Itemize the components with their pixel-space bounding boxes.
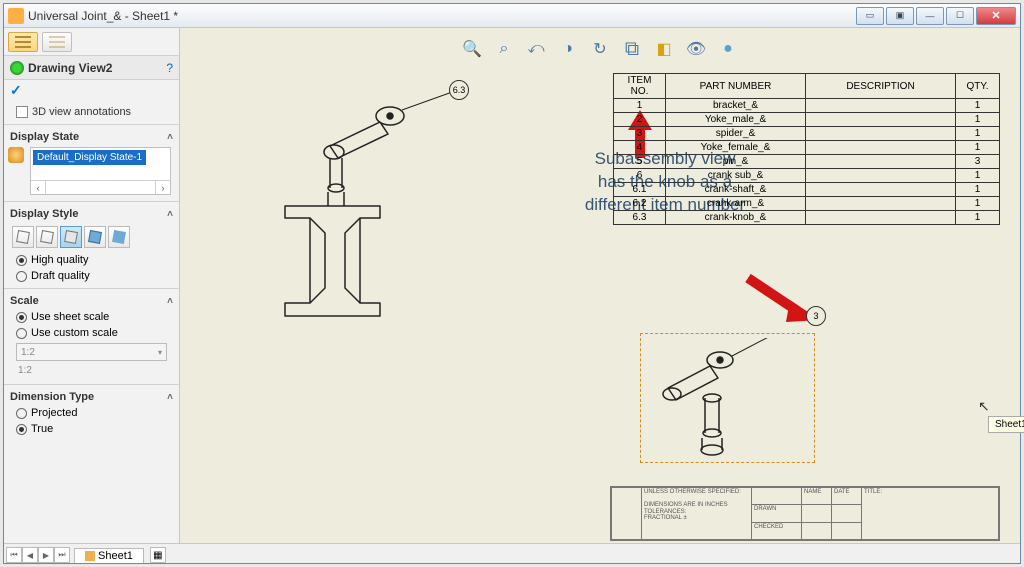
zoom-prev-icon[interactable]: ⤺ [525,38,547,60]
draft-quality-radio[interactable]: Draft quality [6,268,177,284]
bom-h-qty: QTY. [956,74,1000,99]
style-shaded-icon[interactable] [108,226,130,248]
table-row[interactable]: 1bracket_&1 [614,99,1000,113]
main-assembly-view[interactable] [230,88,460,338]
bom-h-item: ITEM NO. [614,74,666,99]
maximize-button[interactable]: ☐ [946,7,974,25]
drawing-canvas[interactable]: 🔍 ⌕ ⤺ ◑ ↻ ⧉ ◧ 👁 ● [180,28,1020,563]
panel-toggle-list[interactable] [42,32,72,52]
minimize-button[interactable]: — [916,7,944,25]
tab-nav-prev[interactable]: ◀ [22,547,38,563]
3d-annotations-checkbox[interactable]: 3D view annotations [6,104,177,120]
bom-h-part: PART NUMBER [666,74,806,99]
dimension-type-header[interactable]: Dimension Type˄ [6,389,177,405]
table-row[interactable]: 4Yoke_female_&1 [614,141,1000,155]
sheet-tab[interactable]: Sheet1 [74,548,144,563]
table-row[interactable]: 2Yoke_male_&1 [614,113,1000,127]
bom-h-desc: DESCRIPTION [806,74,956,99]
tab-nav-next[interactable]: ▶ [38,547,54,563]
panel-toggle-grid[interactable] [8,32,38,52]
section-icon[interactable]: ◑ [557,38,579,60]
high-quality-radio[interactable]: High quality [6,252,177,268]
display-state-icon [8,147,24,163]
bottom-tab-bar: ⏮ ◀ ▶ ⏭ Sheet1 ▦ [4,543,1020,563]
use-sheet-scale-radio[interactable]: Use sheet scale [6,309,177,325]
tab-nav-last[interactable]: ⏭ [54,547,70,563]
subassembly-view[interactable] [650,338,810,458]
ok-checkmark[interactable] [4,80,179,100]
view-icon [10,61,24,75]
style-hidden-icon[interactable] [36,226,58,248]
scale-header[interactable]: Scale˄ [6,293,177,309]
sheet-icon [85,551,95,561]
eye-icon[interactable]: 👁 [685,38,707,60]
property-manager-panel: Drawing View2 ? 3D view annotations Disp… [4,28,180,563]
style-wireframe-icon[interactable] [12,226,34,248]
sheet-tooltip: Sheet1 [988,416,1024,433]
display-state-header[interactable]: Display State˄ [6,129,177,145]
balloon-sub[interactable]: 3 [806,306,826,326]
style-hlr-icon[interactable] [60,226,82,248]
window-button-1[interactable]: ▭ [856,7,884,25]
table-row[interactable]: 6crank sub_&1 [614,169,1000,183]
cursor-icon: ↖ [978,398,990,416]
display-state-item[interactable]: Default_Display State-1 [33,150,146,165]
table-row[interactable]: 6.2crank-arm_&1 [614,197,1000,211]
use-custom-scale-radio[interactable]: Use custom scale [6,325,177,341]
cube-icon[interactable]: ◧ [653,38,675,60]
style-shaded-edges-icon[interactable] [84,226,106,248]
display-style-icons [6,222,177,252]
true-radio[interactable]: True [6,421,177,437]
scale-combo[interactable]: 1:2▾ [16,343,167,361]
titlebar: Universal Joint_& - Sheet1 * ▭ ▣ — ☐ [4,4,1020,28]
panel-title: Drawing View2 [28,61,162,75]
app-window: Universal Joint_& - Sheet1 * ▭ ▣ — ☐ Dra… [3,3,1021,564]
table-row[interactable]: 3spider_&1 [614,127,1000,141]
tab-nav-first[interactable]: ⏮ [6,547,22,563]
display-style-header[interactable]: Display Style˄ [6,206,177,222]
table-row[interactable]: 6.1crank-shaft_&1 [614,183,1000,197]
help-icon[interactable]: ? [166,61,173,75]
table-row[interactable]: 5pin_&3 [614,155,1000,169]
projected-radio[interactable]: Projected [6,405,177,421]
display-icon[interactable]: ⧉ [621,38,643,60]
window-button-2[interactable]: ▣ [886,7,914,25]
zoom-area-icon[interactable]: ⌕ [493,38,515,60]
add-sheet-button[interactable]: ▦ [150,547,166,563]
panel-header: Drawing View2 ? [4,56,179,80]
app-icon [8,8,24,24]
rotate-icon[interactable]: ↻ [589,38,611,60]
balloon-main[interactable]: 6.3 [449,80,469,100]
table-row[interactable]: 6.3crank-knob_&1 [614,211,1000,225]
close-button[interactable] [976,7,1016,25]
window-title: Universal Joint_& - Sheet1 * [28,9,854,23]
heads-up-toolbar: 🔍 ⌕ ⤺ ◑ ↻ ⧉ ◧ 👁 ● [461,38,739,60]
zoom-fit-icon[interactable]: 🔍 [461,38,483,60]
scale-value: 1:2 [16,363,167,378]
bom-table[interactable]: ITEM NO. PART NUMBER DESCRIPTION QTY. 1b… [613,73,1000,225]
title-block[interactable]: UNLESS OTHERWISE SPECIFIED: DIMENSIONS A… [610,486,1000,541]
globe-icon[interactable]: ● [717,38,739,60]
sheet-tab-label: Sheet1 [98,550,133,562]
display-state-list[interactable]: Default_Display State-1 ‹› [30,147,171,195]
